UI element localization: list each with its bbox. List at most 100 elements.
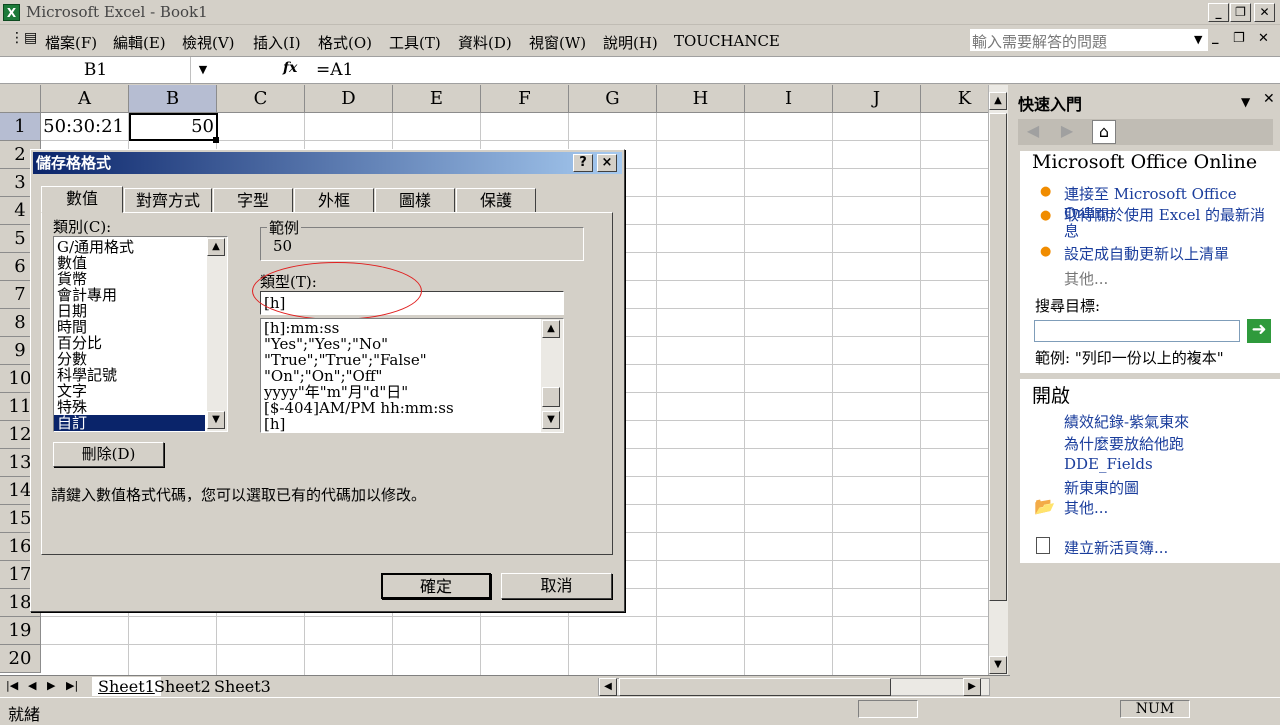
link-latest-news[interactable]: 取得關於使用 Excel 的最新消息 [1064,207,1274,239]
column-header[interactable]: D [305,85,393,113]
column-header[interactable]: H [657,85,745,113]
next-sheet-icon[interactable]: ▶ [47,679,55,692]
type-scroll-down[interactable]: ▼ [542,411,560,429]
more-link[interactable]: 其他... [1064,268,1108,289]
category-item[interactable]: 百分比 [54,335,227,351]
column-header[interactable]: A [41,85,129,113]
menu-data[interactable]: 資料(D) [458,32,512,53]
column-header[interactable]: K [921,85,988,113]
toolbar-handle-icon[interactable]: ⋮▤ [10,30,37,50]
tab-alignment[interactable]: 對齊方式 [124,188,212,213]
category-item[interactable]: 數值 [54,255,227,271]
column-header[interactable]: E [393,85,481,113]
category-item[interactable]: 分數 [54,351,227,367]
formula-input[interactable]: =A1 [316,57,353,83]
type-item[interactable]: [$-404]AM/PM hh:mm:ss [261,400,563,416]
menu-file[interactable]: 檔案(F) [45,32,97,53]
type-item[interactable]: [h]:mm:ss [261,320,563,336]
category-scroll-down[interactable]: ▼ [207,411,225,429]
select-all-corner[interactable] [0,85,41,113]
minimize-button[interactable]: _ [1208,3,1229,22]
scroll-up-button[interactable]: ▲ [989,92,1007,110]
cell-b1-selected[interactable]: 50 [129,113,218,141]
scroll-right-button[interactable]: ▶ [963,678,981,696]
scroll-thumb[interactable] [989,113,1007,601]
sheet-tab-3[interactable]: Sheet3 [210,677,275,696]
hscroll-thumb[interactable] [619,678,891,696]
type-scroll-thumb[interactable] [542,387,560,407]
type-scroll-up[interactable]: ▲ [542,320,560,338]
menu-tools[interactable]: 工具(T) [389,32,441,53]
close-button[interactable]: ✕ [1254,3,1275,22]
type-item[interactable]: [h] [261,416,563,432]
menu-insert[interactable]: 插入(I) [253,32,301,53]
type-listbox[interactable]: [h]:mm:ss "Yes";"Yes";"No" "True";"True"… [260,318,564,433]
doc-close-button[interactable]: ✕ [1258,31,1269,46]
category-item[interactable]: G/通用格式 [54,239,227,255]
row-header[interactable]: 20 [0,645,41,673]
tab-patterns[interactable]: 圖樣 [375,188,455,213]
tab-protection[interactable]: 保護 [456,188,536,213]
column-header[interactable]: G [569,85,657,113]
excel-icon[interactable]: X [3,4,20,21]
row-header[interactable]: 19 [0,617,41,645]
category-item-selected[interactable]: 自訂 [54,415,205,431]
column-header[interactable]: I [745,85,833,113]
doc-minimize-button[interactable]: _ [1212,30,1219,45]
tab-font[interactable]: 字型 [213,188,293,213]
function-icon[interactable]: fx [283,60,297,76]
dialog-close-button[interactable]: × [597,154,617,172]
category-item[interactable]: 時間 [54,319,227,335]
sheet-tab-2[interactable]: Sheet2 [150,677,215,696]
fill-handle[interactable] [213,137,219,143]
horizontal-scrollbar[interactable]: ◀ ▶ [598,678,990,696]
link-auto-update[interactable]: 設定成自動更新以上清單 [1064,243,1229,264]
type-item[interactable]: "Yes";"Yes";"No" [261,336,563,352]
row-header[interactable]: 1 [0,113,41,141]
cell-a1[interactable]: 50:30:21 [42,113,128,140]
recent-file-4[interactable]: 新東東的圖 [1064,477,1139,498]
menu-view[interactable]: 檢視(V) [182,32,235,53]
restore-button[interactable]: ❐ [1230,3,1251,22]
help-search-input[interactable]: 輸入需要解答的問題 [970,29,1208,51]
doc-restore-button[interactable]: ❐ [1233,31,1245,46]
cancel-button[interactable]: 取消 [501,573,612,599]
type-item[interactable]: "True";"True";"False" [261,352,563,368]
go-arrow-icon[interactable]: ➜ [1247,319,1271,343]
home-icon[interactable]: ⌂ [1092,120,1116,144]
prev-sheet-icon[interactable]: ◀ [28,679,36,692]
vertical-scrollbar[interactable]: ▲ ▼ [988,85,1008,675]
category-listbox[interactable]: G/通用格式 數值 貨幣 會計專用 日期 時間 百分比 分數 科學記號 文字 特… [53,236,228,432]
column-header[interactable]: B [129,85,217,113]
type-scrollbar[interactable]: ▲ ▼ [541,319,563,432]
back-icon[interactable]: ◀ [1022,121,1044,143]
scroll-left-button[interactable]: ◀ [599,678,617,696]
name-box[interactable]: B1 [1,57,191,83]
menu-window[interactable]: 視窗(W) [529,32,586,53]
category-item[interactable]: 文字 [54,383,227,399]
recent-file-1[interactable]: 績效紀錄-紫氣東來 [1064,411,1189,432]
forward-icon[interactable]: ▶ [1056,121,1078,143]
taskpane-dropdown-icon[interactable]: ▼ [1241,95,1250,109]
column-header[interactable]: C [217,85,305,113]
new-workbook-link[interactable]: 建立新活頁簿... [1064,537,1168,558]
category-scrollbar[interactable]: ▲ ▼ [207,237,227,431]
first-sheet-icon[interactable]: |◀ [6,679,18,692]
category-scroll-up[interactable]: ▲ [207,238,225,256]
type-item[interactable]: yyyy"年"m"月"d"日" [261,384,563,400]
last-sheet-icon[interactable]: ▶| [66,679,78,692]
open-more-link[interactable]: 其他... [1064,497,1108,518]
menu-touchance[interactable]: TOUCHANCE [674,32,780,50]
column-header[interactable]: F [481,85,569,113]
search-target-input[interactable] [1034,320,1240,342]
category-item[interactable]: 日期 [54,303,227,319]
type-item[interactable]: "On";"On";"Off" [261,368,563,384]
category-item[interactable]: 科學記號 [54,367,227,383]
menu-format[interactable]: 格式(O) [318,32,372,53]
menu-edit[interactable]: 編輯(E) [113,32,166,53]
category-item[interactable]: 會計專用 [54,287,227,303]
delete-button[interactable]: 刪除(D) [53,442,164,467]
tab-number[interactable]: 數值 [41,186,123,213]
taskpane-close-icon[interactable]: ✕ [1263,91,1275,107]
menu-help[interactable]: 說明(H) [603,32,658,53]
